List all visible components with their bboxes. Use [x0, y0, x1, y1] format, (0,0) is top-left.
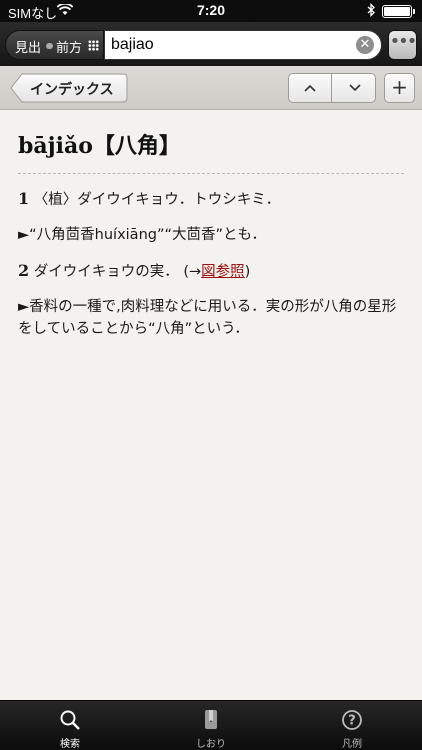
sense-2-note: ►香料の一種で,肉料理などに用いる．実の形が八角の星形をしていることから“八角”…	[18, 299, 397, 337]
search-bar: 見出 前方 bajiao ✕ •••	[0, 22, 422, 66]
sense-2-number: 2	[18, 261, 30, 280]
navigation-toolbar: インデックス +	[0, 66, 422, 110]
clock: 7:20	[196, 2, 226, 18]
mode-secondary-label: 前方	[56, 41, 83, 56]
sense-2: 2 ダイウイキョウの実． (→図参照)	[18, 260, 408, 283]
bluetooth-icon	[367, 2, 376, 20]
add-bookmark-button[interactable]: +	[384, 73, 415, 103]
mode-primary-label: 見出	[15, 41, 42, 56]
tab-bookmarks-label: しおり	[196, 739, 226, 750]
clear-search-button[interactable]: ✕	[356, 36, 374, 54]
status-bar: SIMなし 7:20	[0, 0, 422, 22]
battery-icon	[382, 5, 415, 18]
grid-icon	[88, 40, 99, 51]
sense-1-text: 〈植〉ダイウイキョウ．トウシキミ．	[33, 192, 281, 208]
tab-legend-label: 凡例	[342, 739, 362, 750]
search-icon	[0, 709, 140, 731]
more-options-button[interactable]: •••	[388, 30, 417, 60]
index-back-label: インデックス	[30, 82, 114, 98]
search-input[interactable]: bajiao	[104, 30, 382, 60]
tab-bookmarks[interactable]: しおり	[141, 701, 281, 750]
sense-1: 1 〈植〉ダイウイキョウ．トウシキミ．	[18, 188, 408, 211]
entry-content: bājiǎo【八角】 1 〈植〉ダイウイキョウ．トウシキミ． ►“八角茴香huí…	[0, 110, 422, 700]
sense-2-text: ダイウイキョウの実． (→	[33, 264, 202, 280]
sense-1-number: 1	[18, 189, 30, 208]
svg-text:?: ?	[348, 714, 356, 729]
mode-toggle-icon	[46, 43, 53, 49]
entry-navigator	[288, 73, 376, 103]
tab-search-label: 検索	[60, 739, 80, 750]
bookmark-icon	[141, 709, 281, 731]
sense-1-note: ►“八角茴香huíxiāng”“大茴香”とも．	[18, 227, 267, 243]
help-icon: ?	[282, 709, 422, 731]
next-entry-button[interactable]	[333, 74, 376, 102]
index-back-button[interactable]: インデックス	[10, 73, 128, 103]
entry-headword: bājiǎo【八角】	[18, 133, 181, 159]
tab-legend[interactable]: ? 凡例	[282, 701, 422, 750]
chevron-down-icon	[348, 84, 361, 92]
figure-link[interactable]: 図参照	[201, 264, 245, 280]
search-mode-selector[interactable]: 見出 前方	[5, 30, 104, 60]
tab-bar: 検索 しおり ? 凡例	[0, 700, 422, 750]
previous-entry-button[interactable]	[289, 74, 332, 102]
chevron-up-icon	[304, 84, 316, 92]
sense-2-close: )	[244, 264, 251, 280]
tab-search[interactable]: 検索	[0, 701, 140, 750]
divider	[18, 173, 404, 174]
